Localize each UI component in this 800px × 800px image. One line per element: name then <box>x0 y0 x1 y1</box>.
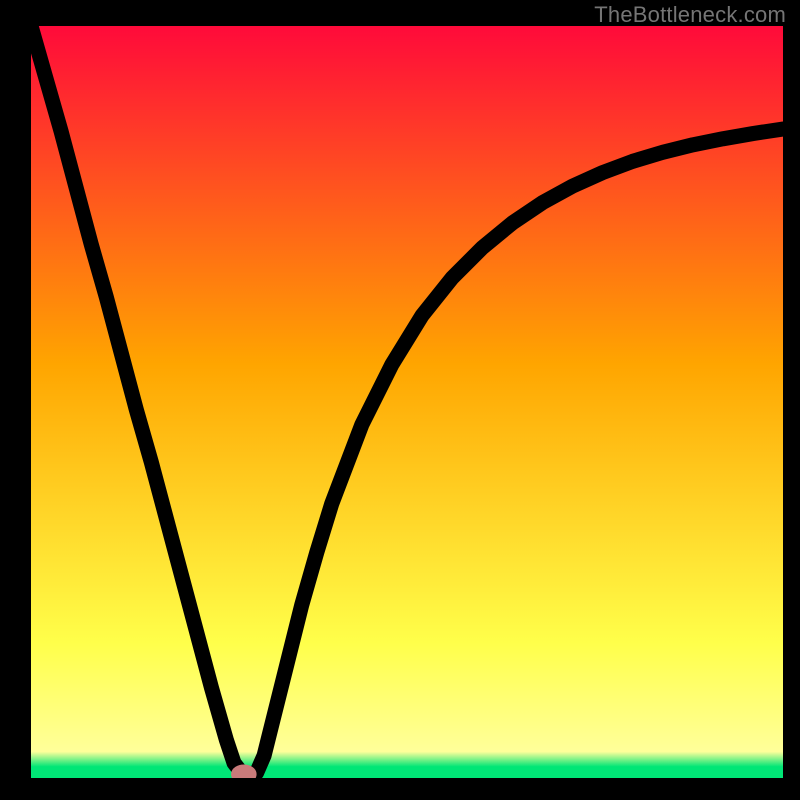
chart-frame: TheBottleneck.com <box>0 0 800 800</box>
optimum-point-marker <box>235 768 253 778</box>
bottleneck-chart <box>31 26 783 778</box>
gradient-background <box>31 26 783 778</box>
watermark-label: TheBottleneck.com <box>594 2 786 28</box>
